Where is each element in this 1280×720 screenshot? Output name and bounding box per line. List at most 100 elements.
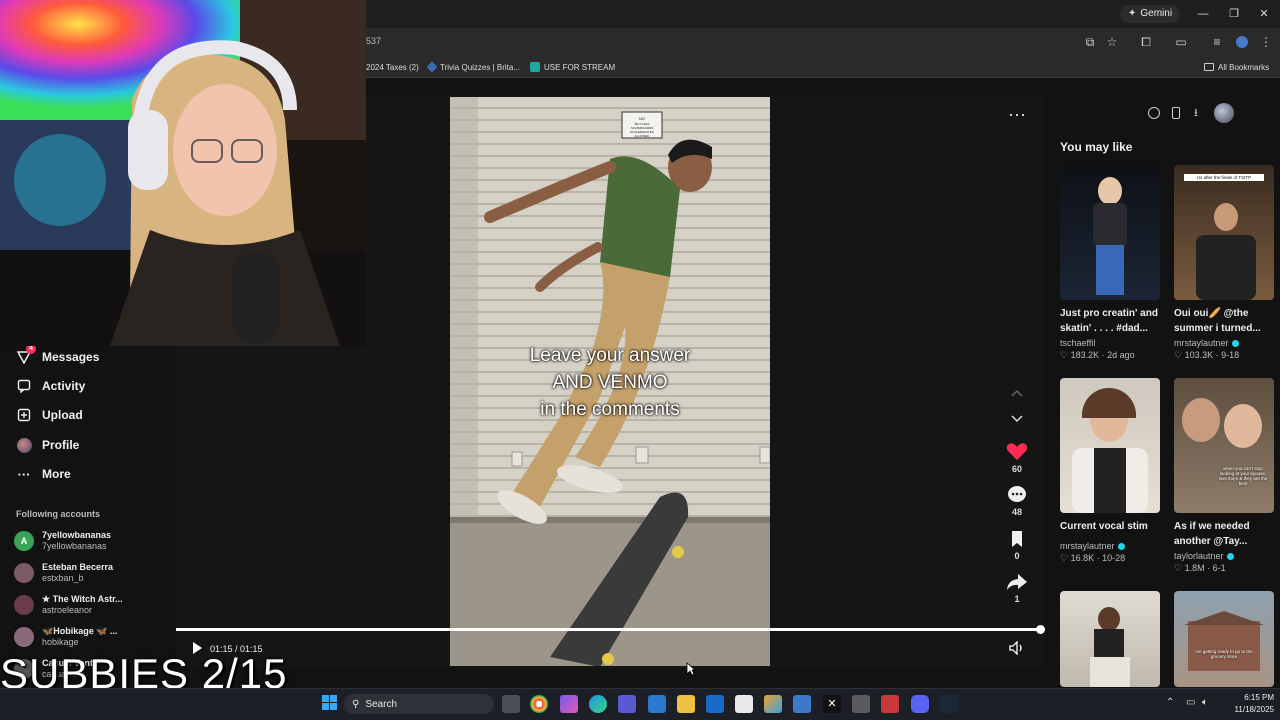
- chrome-icon[interactable]: [530, 695, 548, 713]
- user-avatar[interactable]: [1213, 103, 1234, 123]
- profile-icon: [16, 437, 32, 453]
- thumbnail-caption: Us after the finale of TSITP: [1184, 174, 1264, 181]
- tray-chevron-icon[interactable]: ⌃: [1166, 697, 1174, 708]
- photos-icon[interactable]: [648, 695, 666, 713]
- scroll-down-icon[interactable]: [1004, 412, 1030, 426]
- file-explorer-icon[interactable]: [677, 695, 695, 713]
- download-icon[interactable]: ⭳: [1194, 104, 1198, 123]
- media-icon[interactable]: ≡: [1209, 34, 1225, 50]
- heart-icon: [1006, 443, 1028, 460]
- heart-outline-icon: ♡: [1060, 350, 1069, 360]
- more-icon: ···: [17, 466, 31, 482]
- gemini-icon: ✦: [1128, 8, 1137, 19]
- network-icon[interactable]: ▭: [1186, 697, 1195, 708]
- outlook-icon[interactable]: [706, 695, 724, 713]
- top-tools: ⭳: [1148, 100, 1234, 126]
- avatar: A: [14, 531, 34, 551]
- tab-search-icon[interactable]: ▭: [1173, 34, 1189, 50]
- gemini-button[interactable]: ✦ Gemini: [1120, 5, 1181, 23]
- heart-outline-icon: ♡: [1174, 563, 1183, 573]
- save-button[interactable]: 0: [1004, 529, 1030, 561]
- recommended-video[interactable]: [1060, 591, 1160, 687]
- taskbar-search[interactable]: ⚲ Search: [344, 694, 494, 714]
- followed-account[interactable]: A 7yellowbananas 7yellowbananas: [14, 528, 111, 554]
- browser-menu-icon[interactable]: ⋮: [1258, 34, 1274, 50]
- all-bookmarks[interactable]: All Bookmarks: [1204, 60, 1269, 74]
- author-name: mrstaylautner: [1174, 338, 1229, 348]
- capcut-icon[interactable]: ✕: [823, 695, 841, 713]
- comment-count: 48: [1011, 507, 1022, 517]
- video-thumbnail: me getting ready to go to the grocery st…: [1174, 591, 1274, 687]
- extensions-icon[interactable]: ⧠: [1138, 34, 1154, 50]
- device-icon[interactable]: [1172, 107, 1180, 119]
- bookmark-icon: [1012, 531, 1022, 547]
- bookmark-item[interactable]: USE FOR STREAM: [530, 60, 615, 74]
- restore-icon[interactable]: ❐: [1225, 6, 1243, 22]
- discord-icon[interactable]: [911, 695, 929, 713]
- recommended-video[interactable]: me getting ready to go to the grocery st…: [1174, 591, 1274, 687]
- search-label: Search: [365, 698, 398, 710]
- scroll-up-icon[interactable]: [1004, 386, 1030, 400]
- like-count: 60: [1011, 464, 1022, 474]
- profile-avatar-icon[interactable]: [1234, 34, 1250, 50]
- thumbnail-caption: when you can't stop looking at your spou…: [1218, 466, 1268, 486]
- copilot-icon[interactable]: [560, 695, 578, 713]
- video-thumbnail: [1060, 165, 1160, 300]
- nav-item-messages[interactable]: 4 Messages: [16, 344, 99, 368]
- stream-bookmark-icon: [530, 62, 540, 72]
- recommended-video[interactable]: Current vocal stim mrstaylautner ♡ 16.8K…: [1060, 378, 1160, 564]
- like-button[interactable]: 60: [1004, 442, 1030, 474]
- url-text[interactable]: 537: [366, 36, 381, 46]
- recommended-video[interactable]: when you can't stop looking at your spou…: [1174, 378, 1274, 574]
- nav-label: Upload: [42, 408, 83, 422]
- task-view-icon[interactable]: [502, 695, 520, 713]
- recommended-video[interactable]: Us after the finale of TSITP Oui oui🥖 @t…: [1174, 165, 1274, 361]
- coin-icon[interactable]: [1148, 107, 1160, 119]
- more-options-icon[interactable]: ···: [1008, 104, 1026, 125]
- comment-button[interactable]: 48: [1004, 485, 1030, 517]
- m365-icon[interactable]: [764, 695, 782, 713]
- progress-handle[interactable]: [1036, 625, 1045, 634]
- share-button[interactable]: 1: [1004, 572, 1030, 604]
- windows-start-icon[interactable]: [322, 695, 338, 711]
- app-icon[interactable]: [793, 695, 811, 713]
- progress-bar[interactable]: [176, 628, 1042, 631]
- system-clock[interactable]: 6:15 PM 11/18/2025: [1222, 692, 1274, 716]
- app-icon[interactable]: [852, 695, 870, 713]
- gemini-label: Gemini: [1140, 8, 1173, 19]
- app-icon[interactable]: [881, 695, 899, 713]
- nav-item-activity[interactable]: Activity: [16, 375, 85, 397]
- video-caption: Leave your answer AND VENMO in the comme…: [529, 345, 691, 420]
- teams-icon[interactable]: [618, 695, 636, 713]
- nav-item-more[interactable]: ··· More: [16, 463, 71, 485]
- followed-account[interactable]: 🦋Hobikage 🦋 ... hobikage: [14, 624, 117, 650]
- verified-icon: [1231, 339, 1239, 347]
- cast-icon[interactable]: ⧉: [1082, 34, 1098, 50]
- nav-item-upload[interactable]: Upload: [16, 404, 83, 426]
- nav-item-profile[interactable]: Profile: [16, 434, 79, 456]
- volume-icon[interactable]: [1009, 641, 1025, 655]
- bookmark-item[interactable]: 2024 Taxes (2): [366, 60, 419, 74]
- edge-icon[interactable]: [589, 695, 607, 713]
- store-icon[interactable]: [735, 695, 753, 713]
- avatar: [14, 595, 34, 615]
- verified-icon: [1226, 552, 1234, 560]
- steam-icon[interactable]: [940, 695, 958, 713]
- mouse-cursor-icon: [686, 662, 696, 676]
- followed-account[interactable]: ★ The Witch Astr... astroeleanor: [14, 592, 123, 618]
- webcam-overlay: [0, 0, 366, 346]
- nav-label: More: [42, 467, 71, 481]
- video-title: Oui oui🥖 @the summer i turned...: [1174, 308, 1261, 334]
- following-accounts-title: Following accounts: [16, 509, 101, 519]
- author-name: tschaeffil: [1060, 338, 1096, 348]
- close-icon[interactable]: ✕: [1255, 6, 1273, 22]
- recommended-video[interactable]: Just pro creatin' and skatin' . . . . #d…: [1060, 165, 1160, 361]
- followed-account[interactable]: Esteban Becerra estxban_b: [14, 560, 113, 586]
- bookmark-star-icon[interactable]: ☆: [1104, 34, 1120, 50]
- video-thumbnail: when you can't stop looking at your spou…: [1174, 378, 1274, 513]
- bookmark-item[interactable]: Trivia Quizzes | Brita...: [426, 60, 520, 74]
- video-thumbnail: Us after the finale of TSITP: [1174, 165, 1274, 300]
- windows-taskbar: [0, 688, 1280, 720]
- volume-tray-icon[interactable]: 🔈︎: [1202, 697, 1208, 708]
- minimize-icon[interactable]: —: [1194, 6, 1212, 22]
